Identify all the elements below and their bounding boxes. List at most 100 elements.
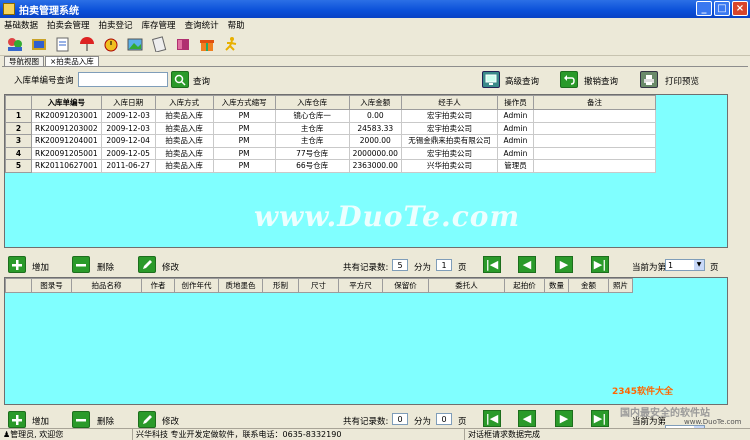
advanced-query-button[interactable]	[482, 71, 500, 88]
cell-warehouse: 主仓库	[274, 121, 350, 135]
minimize-button[interactable]: _	[696, 1, 712, 16]
cell-operator: Admin	[496, 109, 534, 123]
item-next-page-button[interactable]: ▶	[555, 410, 573, 427]
table-row[interactable]: 3 RK20091204001 2009-12-04 拍卖品入库 PM 主仓库 …	[5, 134, 656, 148]
col-header-method-abbr[interactable]: 入库方式缩写	[212, 95, 276, 110]
cell-method-abbr: PM	[212, 121, 276, 135]
gift-icon[interactable]	[196, 34, 218, 54]
item-pages-value: 0	[436, 413, 452, 425]
add-item-button[interactable]	[8, 411, 26, 428]
menu-bar: 基础数据 拍卖会管理 拍卖登记 库存管理 查询统计 帮助	[0, 18, 750, 32]
col-header-amount[interactable]: 入库金额	[348, 95, 402, 110]
menu-inventory[interactable]: 库存管理	[142, 19, 176, 31]
delete-button[interactable]	[72, 256, 90, 273]
books-icon[interactable]	[28, 34, 50, 54]
cell-inbound-date: 2009-12-05	[100, 146, 156, 160]
cell-inbound-date: 2009-12-03	[100, 121, 156, 135]
cell-amount: 2000.00	[348, 134, 402, 148]
prev-page-button[interactable]: ◀	[518, 256, 536, 273]
item-pages-unit: 页	[458, 417, 467, 427]
brand-watermark: 2345软件大全	[612, 387, 674, 397]
cancel-query-button[interactable]	[560, 71, 578, 88]
item-first-page-button[interactable]: |◀	[483, 410, 501, 427]
close-button[interactable]: ×	[732, 1, 748, 16]
col-header-warehouse[interactable]: 入库仓库	[274, 95, 350, 110]
menu-basic-data[interactable]: 基础数据	[4, 19, 38, 31]
last-page-button[interactable]: ▶|	[591, 256, 609, 273]
cell-inbound-method: 拍卖品入库	[154, 109, 214, 123]
notepad-icon[interactable]	[148, 34, 170, 54]
edit-item-button[interactable]	[138, 411, 156, 428]
cell-inbound-number: RK20091205001	[31, 146, 102, 160]
grid-header-row: 入库单编号 入库日期 入库方式 入库方式缩写 入库仓库 入库金额 经手人 操作员…	[5, 95, 656, 110]
table-row[interactable]: 2 RK20091203002 2009-12-03 拍卖品入库 PM 主仓库 …	[5, 121, 656, 135]
toolbar	[0, 32, 750, 56]
inbound-number-search-input[interactable]	[78, 72, 168, 87]
picture-icon[interactable]	[124, 34, 146, 54]
table-row[interactable]: 4 RK20091205001 2009-12-05 拍卖品入库 PM 77号仓…	[5, 146, 656, 160]
menu-help[interactable]: 帮助	[228, 19, 245, 31]
menu-auction-management[interactable]: 拍卖会管理	[47, 19, 90, 31]
window-title: 拍卖管理系统	[19, 5, 79, 17]
col-header-handler[interactable]: 经手人	[400, 95, 498, 110]
menu-auction-register[interactable]: 拍卖登记	[99, 19, 133, 31]
cell-inbound-date: 2009-12-04	[100, 134, 156, 148]
runner-icon[interactable]	[220, 34, 242, 54]
search-button[interactable]	[171, 71, 189, 88]
cell-warehouse: 主仓库	[274, 134, 350, 148]
col-header-square-feet[interactable]: 平方尺	[338, 278, 383, 293]
maximize-button[interactable]: □	[714, 1, 730, 16]
current-page-select[interactable]: 1 ▼	[665, 259, 705, 271]
umbrella-icon[interactable]	[76, 34, 98, 54]
col-header-inbound-number[interactable]: 入库单编号	[31, 95, 102, 110]
col-header-consignor[interactable]: 委托人	[428, 278, 505, 293]
first-page-button[interactable]: |◀	[483, 256, 501, 273]
col-header-catalog-number[interactable]: 图录号	[31, 278, 72, 293]
col-header-item-name[interactable]: 拍品名称	[71, 278, 142, 293]
table-row[interactable]: 1 RK20091203001 2009-12-03 拍卖品入库 PM 镜心仓库…	[5, 109, 656, 123]
print-preview-button[interactable]	[640, 71, 658, 88]
edit-button[interactable]	[138, 256, 156, 273]
col-header-form[interactable]: 形制	[262, 278, 299, 293]
col-header-author[interactable]: 作者	[141, 278, 175, 293]
search-icon	[174, 74, 186, 86]
row-number-header	[5, 278, 32, 293]
alarm-clock-icon[interactable]	[100, 34, 122, 54]
cell-inbound-date: 2011-06-27	[100, 159, 156, 173]
query-label: 入库单编号查询	[14, 76, 74, 86]
next-page-button[interactable]: ▶	[555, 256, 573, 273]
book-icon[interactable]	[172, 34, 194, 54]
col-header-remarks[interactable]: 备注	[532, 95, 656, 110]
tab-auction-item-inbound[interactable]: ×拍卖品入库	[45, 56, 99, 66]
col-header-creation-era[interactable]: 创作年代	[174, 278, 219, 293]
col-header-material[interactable]: 质地墨色	[218, 278, 263, 293]
delete-item-button[interactable]	[72, 411, 90, 428]
delete-label: 删除	[97, 263, 115, 273]
tab-navigation-view[interactable]: 导航视图	[4, 56, 44, 66]
col-header-reserve-price[interactable]: 保留价	[382, 278, 429, 293]
pencil-icon	[143, 414, 152, 424]
item-last-page-button[interactable]: ▶|	[591, 410, 609, 427]
col-header-amount[interactable]: 金额	[568, 278, 609, 293]
cell-amount: 2363000.00	[348, 159, 402, 173]
col-header-inbound-date[interactable]: 入库日期	[100, 95, 156, 110]
add-button[interactable]	[8, 256, 26, 273]
col-header-starting-price[interactable]: 起拍价	[504, 278, 545, 293]
row-number: 1	[5, 109, 32, 123]
col-header-photo[interactable]: 照片	[608, 278, 633, 293]
people-icon[interactable]	[4, 34, 26, 54]
col-header-size[interactable]: 尺寸	[298, 278, 339, 293]
status-user: ♟管理员, 欢迎您	[0, 429, 133, 440]
cell-handler: 宏宇拍卖公司	[400, 146, 498, 160]
col-header-quantity[interactable]: 数量	[544, 278, 569, 293]
notes-icon[interactable]	[52, 34, 74, 54]
col-header-inbound-method[interactable]: 入库方式	[154, 95, 214, 110]
item-prev-page-button[interactable]: ◀	[518, 410, 536, 427]
row-number-header	[5, 95, 32, 110]
menu-query-stats[interactable]: 查询统计	[185, 19, 219, 31]
table-row[interactable]: 5 RK20110627001 2011-06-27 拍卖品入库 PM 66号仓…	[5, 159, 656, 173]
cell-remarks	[532, 134, 656, 148]
plus-icon	[12, 259, 22, 270]
col-header-operator[interactable]: 操作员	[496, 95, 534, 110]
pages-value: 1	[436, 259, 452, 271]
